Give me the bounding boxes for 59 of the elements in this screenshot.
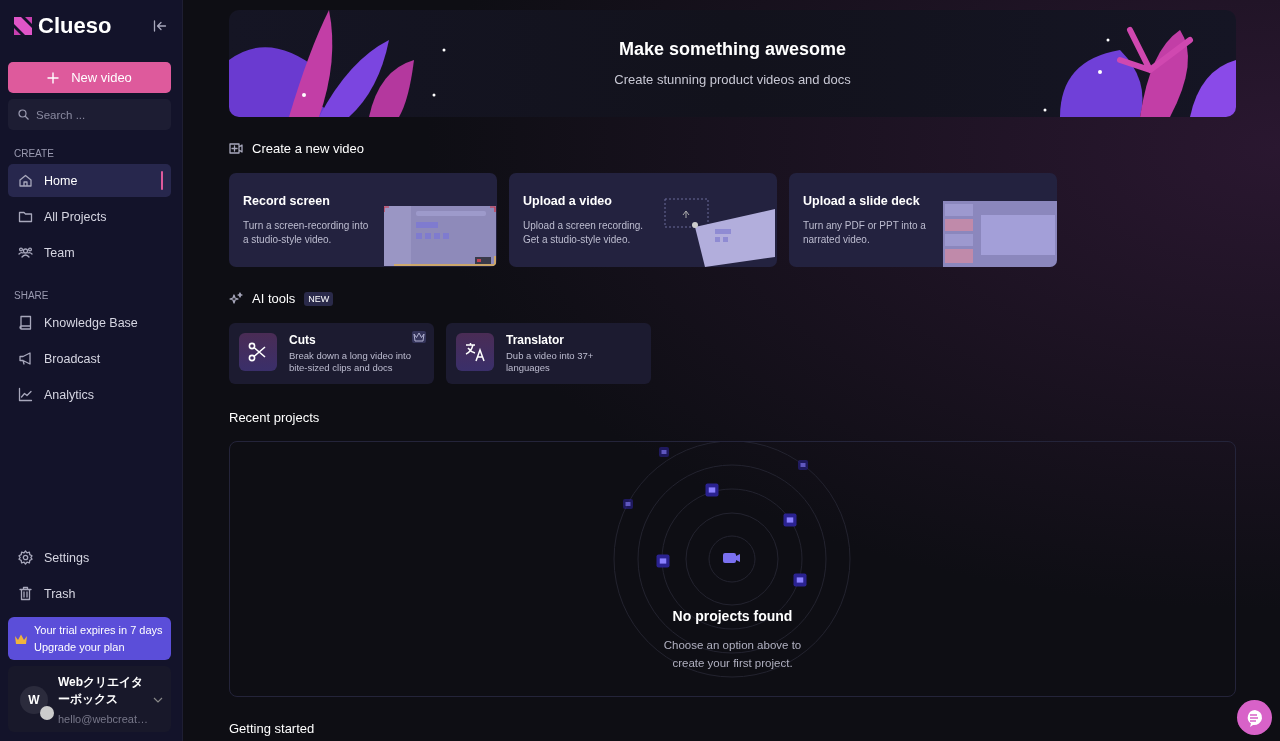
section-title: AI tools xyxy=(252,291,296,306)
user-status-icon xyxy=(40,706,54,720)
nav-item[interactable]: Analytics xyxy=(8,378,171,411)
hero-title: Make something awesome xyxy=(618,39,847,60)
empty-message: Choose an option above to create your first project. xyxy=(662,638,803,671)
nav-item[interactable]: Trash xyxy=(8,577,171,610)
nav-item[interactable]: Broadcast xyxy=(8,342,171,375)
settings-icon xyxy=(18,550,33,565)
option-card[interactable]: Upload a video Upload a screen recording. Get a studio-style video. xyxy=(509,173,777,267)
scissors-icon xyxy=(248,342,268,362)
chevron-down-icon xyxy=(153,697,163,703)
nav-item[interactable]: All Projects xyxy=(8,200,171,233)
trash-icon xyxy=(18,586,33,601)
translate-icon xyxy=(465,342,485,362)
people-icon xyxy=(18,245,33,260)
tool-description: Dub a video into 37+ languages xyxy=(506,350,595,374)
card-title: Record screen xyxy=(243,193,331,208)
user-card[interactable]: W Webクリエイターボックス hello@webcreat… xyxy=(8,666,171,732)
section-heading: CREATE xyxy=(14,148,55,159)
section-title: Recent projects xyxy=(229,410,321,425)
section-title: Create a new video xyxy=(252,141,364,156)
chart-icon xyxy=(18,387,33,402)
card-description: Turn any PDF or PPT into a narrated video. xyxy=(803,218,927,247)
sparkle-icon xyxy=(229,291,243,306)
logo-icon xyxy=(13,16,33,36)
tool-name: Translator xyxy=(506,333,566,347)
book-icon xyxy=(18,315,33,330)
tool-description: Break down a long video into bite-sized clips and docs xyxy=(289,350,412,374)
brand-name: Clueso xyxy=(38,13,113,39)
card-title: Upload a slide deck xyxy=(803,193,921,208)
hero-subtitle: Create stunning product videos and docs xyxy=(614,72,851,87)
plus-icon xyxy=(47,71,60,84)
card-title: Upload a video xyxy=(523,193,613,208)
nav-item[interactable]: Home xyxy=(8,164,171,197)
crown-icon xyxy=(14,632,28,645)
nav-item[interactable]: Knowledge Base xyxy=(8,306,171,339)
option-card[interactable]: Upload a slide deck Turn any PDF or PPT into a narrated video. xyxy=(789,173,1057,267)
video-add-icon xyxy=(229,143,243,154)
nav-item[interactable]: Team xyxy=(8,236,171,269)
tool-name: Cuts xyxy=(289,333,317,347)
megaphone-icon xyxy=(18,351,33,366)
collapse-icon xyxy=(153,19,167,33)
new-badge: NEW xyxy=(304,291,334,306)
tool-card[interactable]: Cuts Break down a long video into bite-sized clips and docs xyxy=(229,323,434,384)
upgrade-link[interactable]: Upgrade your plan xyxy=(34,641,163,653)
user-email: hello@webcreat… xyxy=(58,712,149,726)
folder-icon xyxy=(18,209,33,224)
tool-card[interactable]: Translator Dub a video into 37+ languages xyxy=(446,323,651,384)
card-description: Turn a screen-recording into a studio-style video. xyxy=(243,218,370,247)
section-title: Getting started xyxy=(229,721,316,736)
user-name: Webクリエイターボックス xyxy=(58,674,145,708)
empty-title: No projects found xyxy=(672,608,793,624)
nav-item[interactable]: Settings xyxy=(8,541,171,574)
search-field[interactable]: Search ... xyxy=(8,99,171,130)
option-card[interactable]: Record screen Turn a screen-recording into a studio-style video. xyxy=(229,173,497,267)
trial-message: Your trial expires in 7 days xyxy=(34,624,163,636)
card-description: Upload a screen recording. Get a studio-style video. xyxy=(523,218,645,247)
home-icon xyxy=(18,173,33,188)
section-heading: SHARE xyxy=(14,290,50,301)
